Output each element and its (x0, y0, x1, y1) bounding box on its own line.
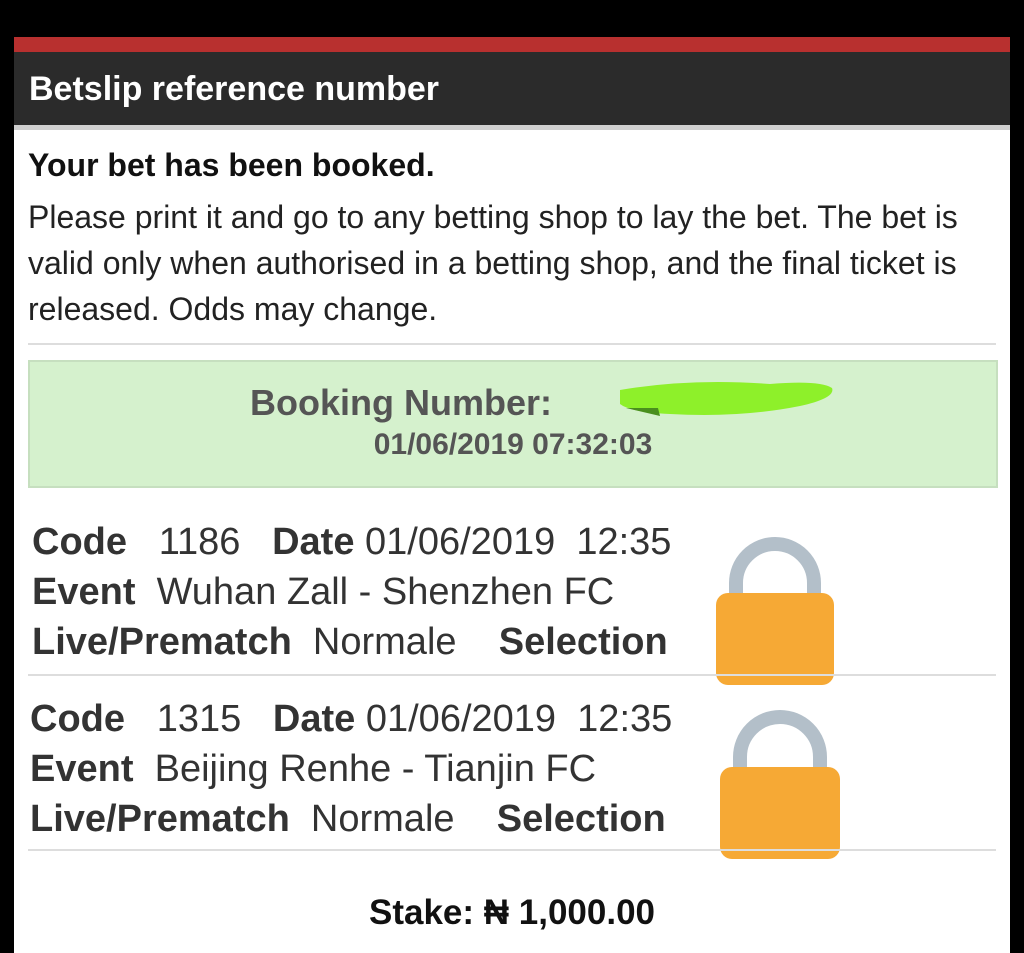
redaction-scribble (620, 382, 833, 416)
booking-datetime: 01/06/2019 07:32:03 (373, 428, 653, 461)
live-prematch-label: Live/Prematch (30, 798, 290, 840)
betslip-panel: Betslip reference number Your bet has be… (14, 37, 1010, 953)
date-label: Date (272, 521, 355, 563)
code-label: Code (32, 521, 127, 563)
header-bar: Betslip reference number (14, 52, 1010, 125)
event-label: Event (30, 748, 134, 790)
booking-box: Booking Number: 01/06/2019 07:32:03 (28, 360, 998, 488)
live-prematch-label: Live/Prematch (32, 621, 292, 663)
bet-event-line: Event Wuhan Zall - Shenzhen FC (32, 571, 614, 614)
code-value: 1315 (156, 698, 242, 740)
booking-number-label: Booking Number: (250, 382, 552, 423)
event-value: Wuhan Zall - Shenzhen FC (156, 571, 615, 613)
code-label: Code (30, 698, 125, 740)
confirmation-title: Your bet has been booked. (28, 147, 435, 183)
event-value: Beijing Renhe - Tianjin FC (154, 748, 597, 790)
time-value: 12:35 (576, 521, 672, 563)
confirmation-text: Please print it and go to any betting sh… (28, 199, 958, 327)
selection-label: Selection (496, 798, 666, 840)
type-value: Normale (310, 798, 455, 840)
stake-amount: Stake: ₦ 1,000.00 (368, 893, 655, 932)
time-value: 12:35 (577, 698, 673, 740)
bet-code-line: Code 1186 Date 01/06/2019 12:35 (32, 521, 671, 564)
bet-event-line: Event Beijing Renhe - Tianjin FC (30, 748, 596, 791)
date-value: 01/06/2019 (365, 521, 556, 563)
divider (28, 674, 996, 676)
bet-type-line: Live/Prematch Normale Selection (32, 621, 668, 664)
date-value: 01/06/2019 (365, 698, 557, 740)
date-label: Date (272, 698, 356, 740)
top-accent-bar (14, 37, 1010, 52)
type-value: Normale (312, 621, 457, 663)
event-label: Event (32, 571, 136, 613)
header-title: Betslip reference number (29, 70, 440, 108)
bet-type-line: Live/Prematch Normale Selection (30, 798, 666, 841)
bet-code-line: Code 1315 Date 01/06/2019 12:35 (30, 698, 672, 741)
lock-icon (716, 537, 834, 685)
selection-label: Selection (498, 621, 668, 663)
divider (28, 849, 996, 851)
divider (28, 343, 996, 345)
code-value: 1186 (158, 521, 241, 563)
header-divider (14, 125, 1010, 130)
lock-icon (720, 710, 840, 859)
